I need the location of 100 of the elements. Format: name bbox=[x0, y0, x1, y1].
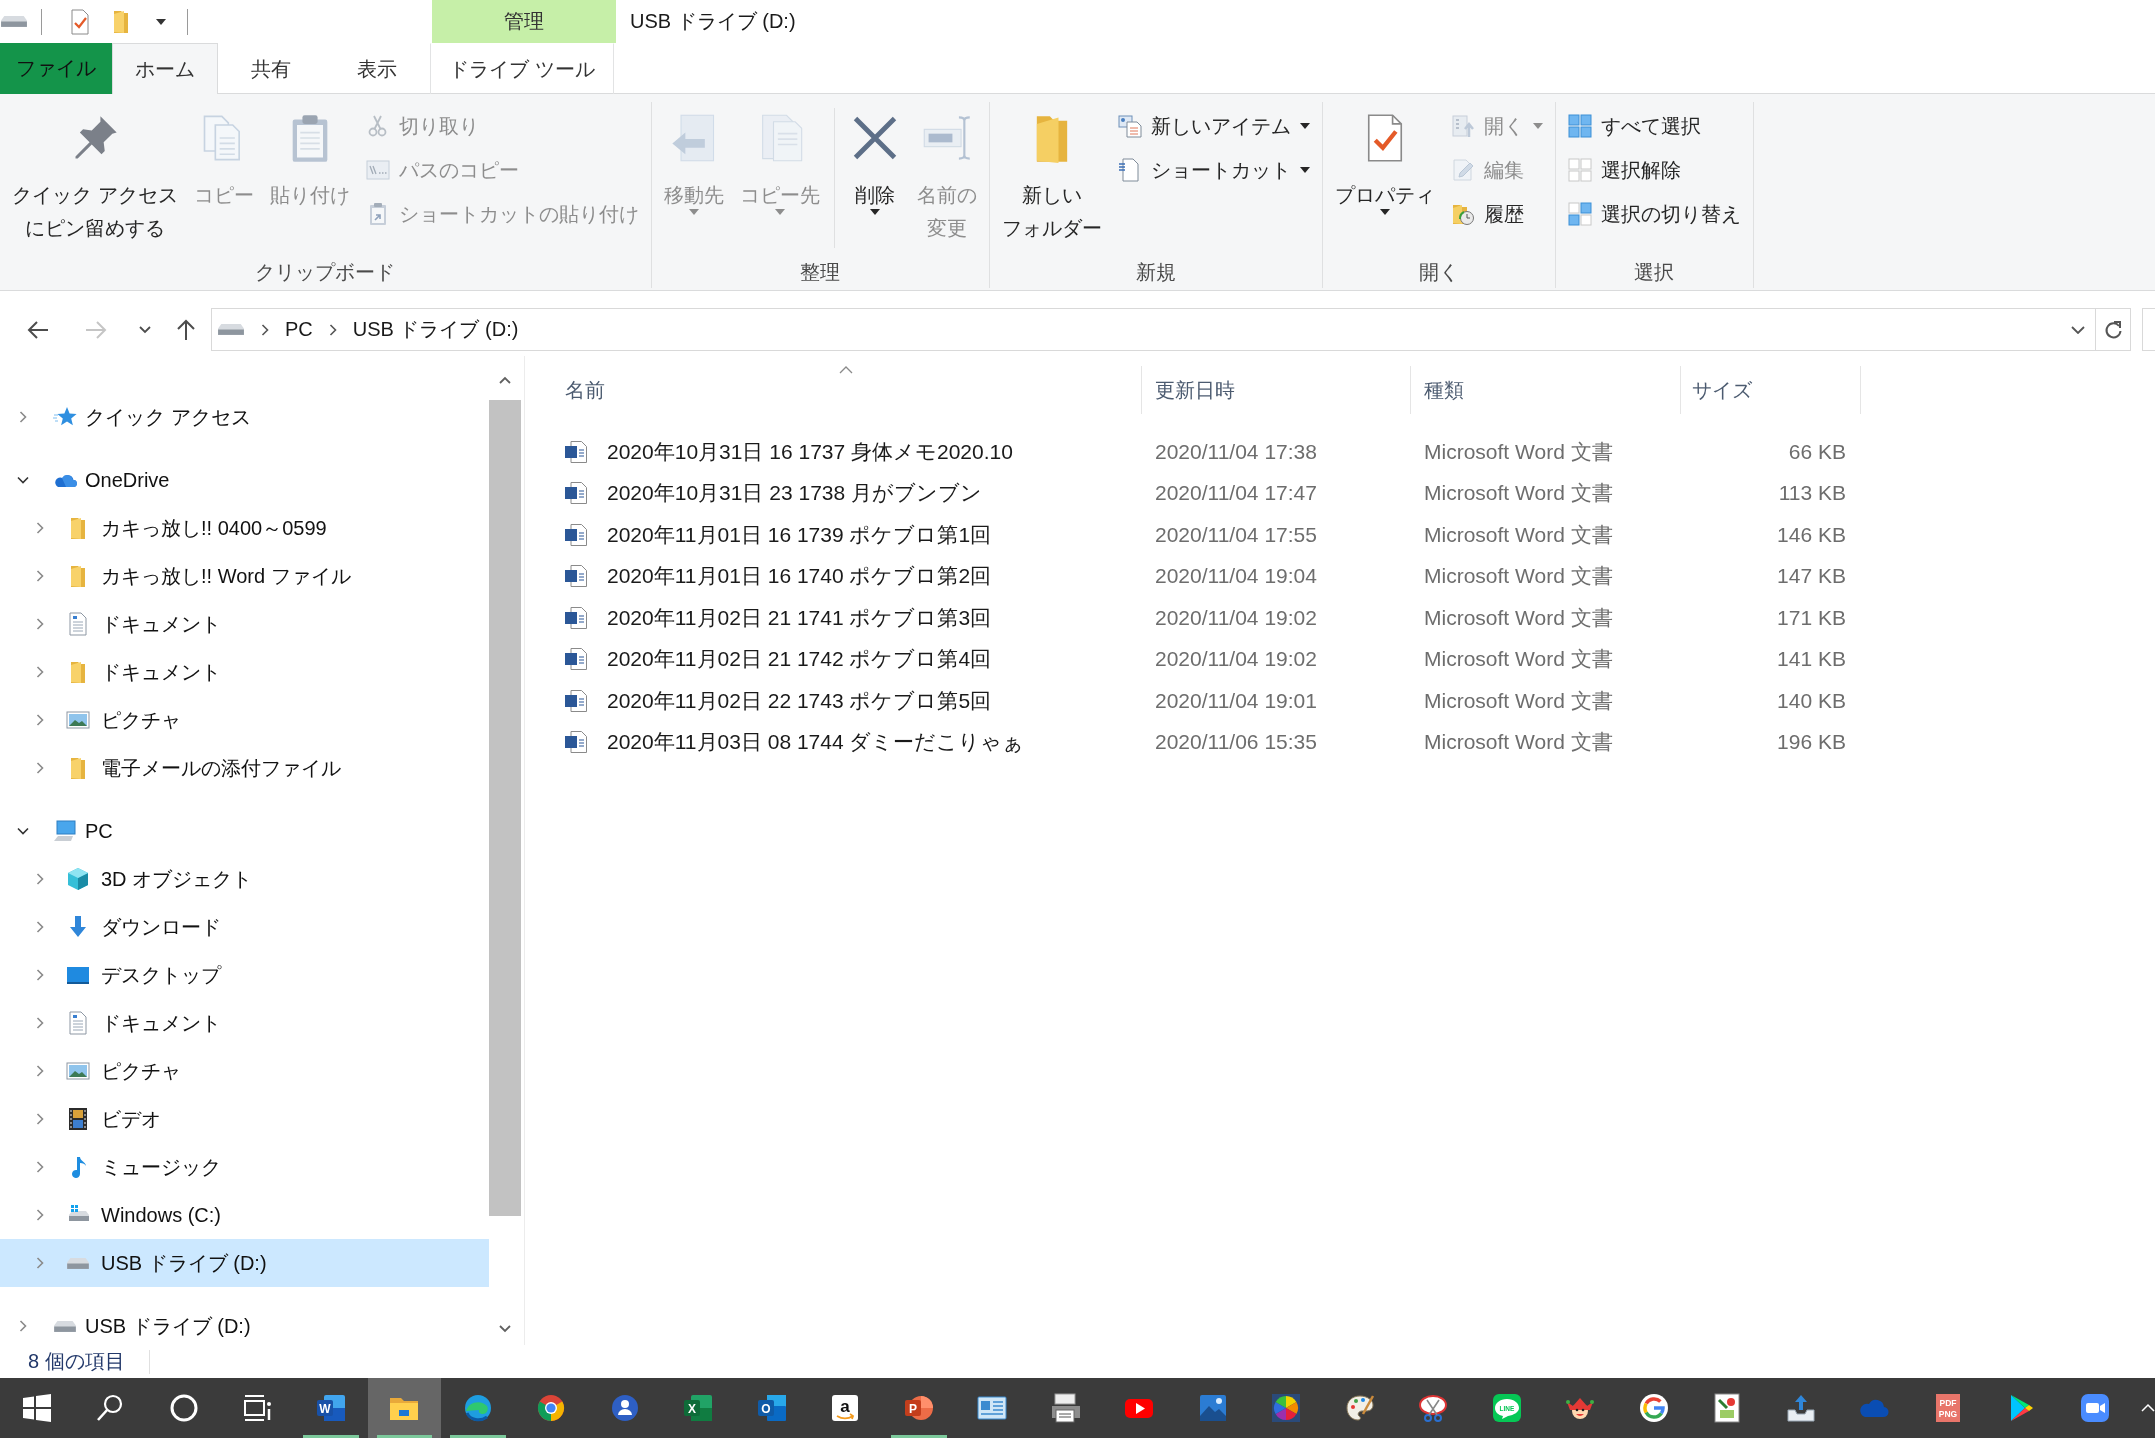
file-name: 2020年10月31日 23 1738 月がブンブン bbox=[607, 480, 982, 507]
file-row[interactable]: 2020年11月02日 21 1742 ポケブロ第4回 2020/11/04 19:02 Microsoft Word 文書 141 KB bbox=[553, 638, 2155, 680]
nav-item[interactable]: カキっ放し!! Word ファイル bbox=[0, 552, 489, 600]
color-wheel-icon bbox=[1270, 1392, 1303, 1424]
nav-item[interactable]: ピクチャ bbox=[0, 1047, 489, 1095]
column-header[interactable]: 更新日時 bbox=[1142, 366, 1411, 414]
filled-grid-icon bbox=[1567, 114, 1592, 138]
breadcrumb-item[interactable]: USB ドライブ (D:) bbox=[352, 316, 519, 343]
chevron-down-icon[interactable] bbox=[17, 825, 29, 837]
group-label: クリップボード bbox=[254, 260, 397, 285]
ribbon-button[interactable]: 新しい フォルダー bbox=[995, 102, 1108, 245]
chevron-right-icon[interactable] bbox=[328, 323, 337, 336]
nav-item[interactable]: ドキュメント bbox=[0, 600, 489, 648]
nav-item[interactable]: 3D オブジェクト bbox=[0, 855, 489, 903]
file-row[interactable]: 2020年11月03日 08 1744 ダミーだこりゃぁ 2020/11/06 15:35 Microsoft Word 文書 196 KB bbox=[553, 721, 2155, 763]
chevron-right-icon[interactable] bbox=[17, 1320, 29, 1332]
taskbar-button[interactable]: W bbox=[294, 1378, 368, 1438]
ribbon-button[interactable]: ショートカット bbox=[1111, 148, 1316, 192]
window-title: USB ドライブ (D:) bbox=[629, 9, 796, 34]
ribbon-tab[interactable]: 表示 bbox=[324, 43, 430, 94]
file-row[interactable]: 2020年11月01日 16 1740 ポケブロ第2回 2020/11/04 19:04 Microsoft Word 文書 147 KB bbox=[553, 555, 2155, 597]
ribbon-tab[interactable]: 共有 bbox=[218, 43, 324, 94]
ribbon-button[interactable]: 履歴 bbox=[1444, 192, 1549, 236]
ribbon-button[interactable]: 選択の切り替え bbox=[1561, 192, 1747, 236]
nav-item[interactable]: デスクトップ bbox=[0, 951, 489, 999]
chevron-right-icon[interactable] bbox=[34, 618, 46, 630]
nav-item[interactable]: Windows (C:) bbox=[0, 1191, 489, 1239]
ribbon-button[interactable]: クイック アクセス にピン留めする bbox=[6, 102, 184, 245]
chevron-right-icon[interactable] bbox=[34, 1209, 46, 1221]
chevron-right-icon[interactable] bbox=[34, 714, 46, 726]
up-arrow-icon[interactable] bbox=[176, 318, 196, 341]
address-bar[interactable]: PC USB ドライブ (D:) bbox=[211, 308, 2131, 351]
nav-item[interactable]: クイック アクセス bbox=[0, 393, 489, 441]
file-name: 2020年11月02日 22 1743 ポケブロ第5回 bbox=[607, 687, 992, 714]
chevron-down-icon[interactable] bbox=[139, 325, 151, 334]
back-arrow-icon[interactable] bbox=[27, 319, 49, 340]
file-row[interactable]: 2020年11月01日 16 1739 ポケブロ第1回 2020/11/04 17:55 Microsoft Word 文書 146 KB bbox=[553, 514, 2155, 556]
taskbar-button[interactable]: a bbox=[808, 1378, 882, 1438]
file-type: Microsoft Word 文書 bbox=[1424, 604, 1613, 631]
ribbon-tab[interactable]: ファイル bbox=[0, 43, 112, 94]
file-row[interactable]: 2020年11月02日 21 1741 ポケブロ第3回 2020/11/04 19:02 Microsoft Word 文書 171 KB bbox=[553, 597, 2155, 639]
chevron-down-icon[interactable] bbox=[2071, 325, 2085, 334]
ribbon-button[interactable]: プロパティ bbox=[1328, 102, 1441, 215]
nav-item[interactable]: ドキュメント bbox=[0, 648, 489, 696]
chevron-right-icon[interactable] bbox=[34, 969, 46, 981]
chevron-right-icon[interactable] bbox=[34, 666, 46, 678]
file-row[interactable]: 2020年10月31日 23 1738 月がブンブン 2020/11/04 17:47 Microsoft Word 文書 113 KB bbox=[553, 472, 2155, 514]
file-row[interactable]: 2020年11月02日 22 1743 ポケブロ第5回 2020/11/04 19:01 Microsoft Word 文書 140 KB bbox=[553, 680, 2155, 722]
file-size: 141 KB bbox=[1777, 647, 1846, 672]
nav-item[interactable]: OneDrive bbox=[0, 456, 489, 504]
taskbar-button[interactable]: P bbox=[882, 1378, 956, 1438]
nav-item[interactable]: ピクチャ bbox=[0, 696, 489, 744]
search-field[interactable] bbox=[2142, 308, 2155, 351]
taskbar-button[interactable]: X bbox=[661, 1378, 735, 1438]
chevron-down-icon[interactable] bbox=[17, 474, 29, 486]
column-header[interactable]: サイズ bbox=[1681, 366, 1861, 414]
chevron-right-icon[interactable] bbox=[34, 873, 46, 885]
chevron-right-icon[interactable] bbox=[34, 1017, 46, 1029]
nav-item[interactable]: カキっ放し!! 0400～0599 bbox=[0, 504, 489, 552]
chevron-right-icon[interactable] bbox=[34, 522, 46, 534]
chevron-right-icon[interactable] bbox=[34, 762, 46, 774]
nav-item[interactable]: 電子メールの添付ファイル bbox=[0, 744, 489, 792]
column-header[interactable]: 名前 bbox=[553, 366, 1142, 414]
file-size: 171 KB bbox=[1777, 605, 1846, 630]
file-size: 140 KB bbox=[1777, 688, 1846, 713]
chevron-right-icon[interactable] bbox=[261, 323, 269, 336]
column-header[interactable]: 種類 bbox=[1411, 366, 1681, 414]
ribbon-button[interactable]: 削除 bbox=[842, 102, 907, 215]
chevron-right-icon[interactable] bbox=[34, 1065, 46, 1077]
ribbon-button[interactable]: 選択解除 bbox=[1561, 148, 1747, 192]
ribbon-tab[interactable]: ホーム bbox=[112, 43, 218, 94]
nav-item[interactable]: ビデオ bbox=[0, 1095, 489, 1143]
nav-item[interactable]: USB ドライブ (D:) bbox=[0, 1239, 489, 1287]
chevron-right-icon[interactable] bbox=[34, 570, 46, 582]
chevron-right-icon[interactable] bbox=[34, 921, 46, 933]
ribbon-button[interactable]: 新しいアイテム bbox=[1111, 104, 1316, 148]
caret-down-icon[interactable] bbox=[156, 18, 166, 25]
chevron-right-icon[interactable] bbox=[34, 1161, 46, 1173]
scrollbar-thumb[interactable] bbox=[489, 400, 521, 1216]
chevron-right-icon[interactable] bbox=[34, 1113, 46, 1125]
checkmark-page-icon[interactable] bbox=[70, 8, 90, 35]
chevron-right-icon[interactable] bbox=[17, 411, 29, 423]
taskbar-button[interactable]: O bbox=[735, 1378, 809, 1438]
nav-item[interactable]: ミュージック bbox=[0, 1143, 489, 1191]
chevron-up-icon[interactable] bbox=[2141, 1403, 2155, 1413]
breadcrumb-item[interactable]: PC bbox=[285, 318, 313, 341]
modified-date: 2020/11/04 19:04 bbox=[1155, 564, 1317, 589]
file-size: 196 KB bbox=[1777, 730, 1846, 755]
ribbon-button[interactable]: すべて選択 bbox=[1561, 104, 1747, 148]
nav-item[interactable]: PC bbox=[0, 807, 489, 855]
document-icon bbox=[564, 688, 588, 713]
drive-icon[interactable] bbox=[0, 15, 28, 28]
modified-date: 2020/11/04 17:47 bbox=[1155, 481, 1317, 506]
file-type: Microsoft Word 文書 bbox=[1424, 521, 1613, 548]
file-row[interactable]: 2020年10月31日 16 1737 身体メモ2020.10 2020/11/04 17:38 Microsoft Word 文書 66 KB bbox=[553, 431, 2155, 473]
modified-date: 2020/11/06 15:35 bbox=[1155, 730, 1317, 755]
nav-item[interactable]: ダウンロード bbox=[0, 903, 489, 951]
file-type: Microsoft Word 文書 bbox=[1424, 480, 1613, 507]
nav-item[interactable]: USB ドライブ (D:) bbox=[0, 1302, 489, 1345]
nav-item[interactable]: ドキュメント bbox=[0, 999, 489, 1047]
